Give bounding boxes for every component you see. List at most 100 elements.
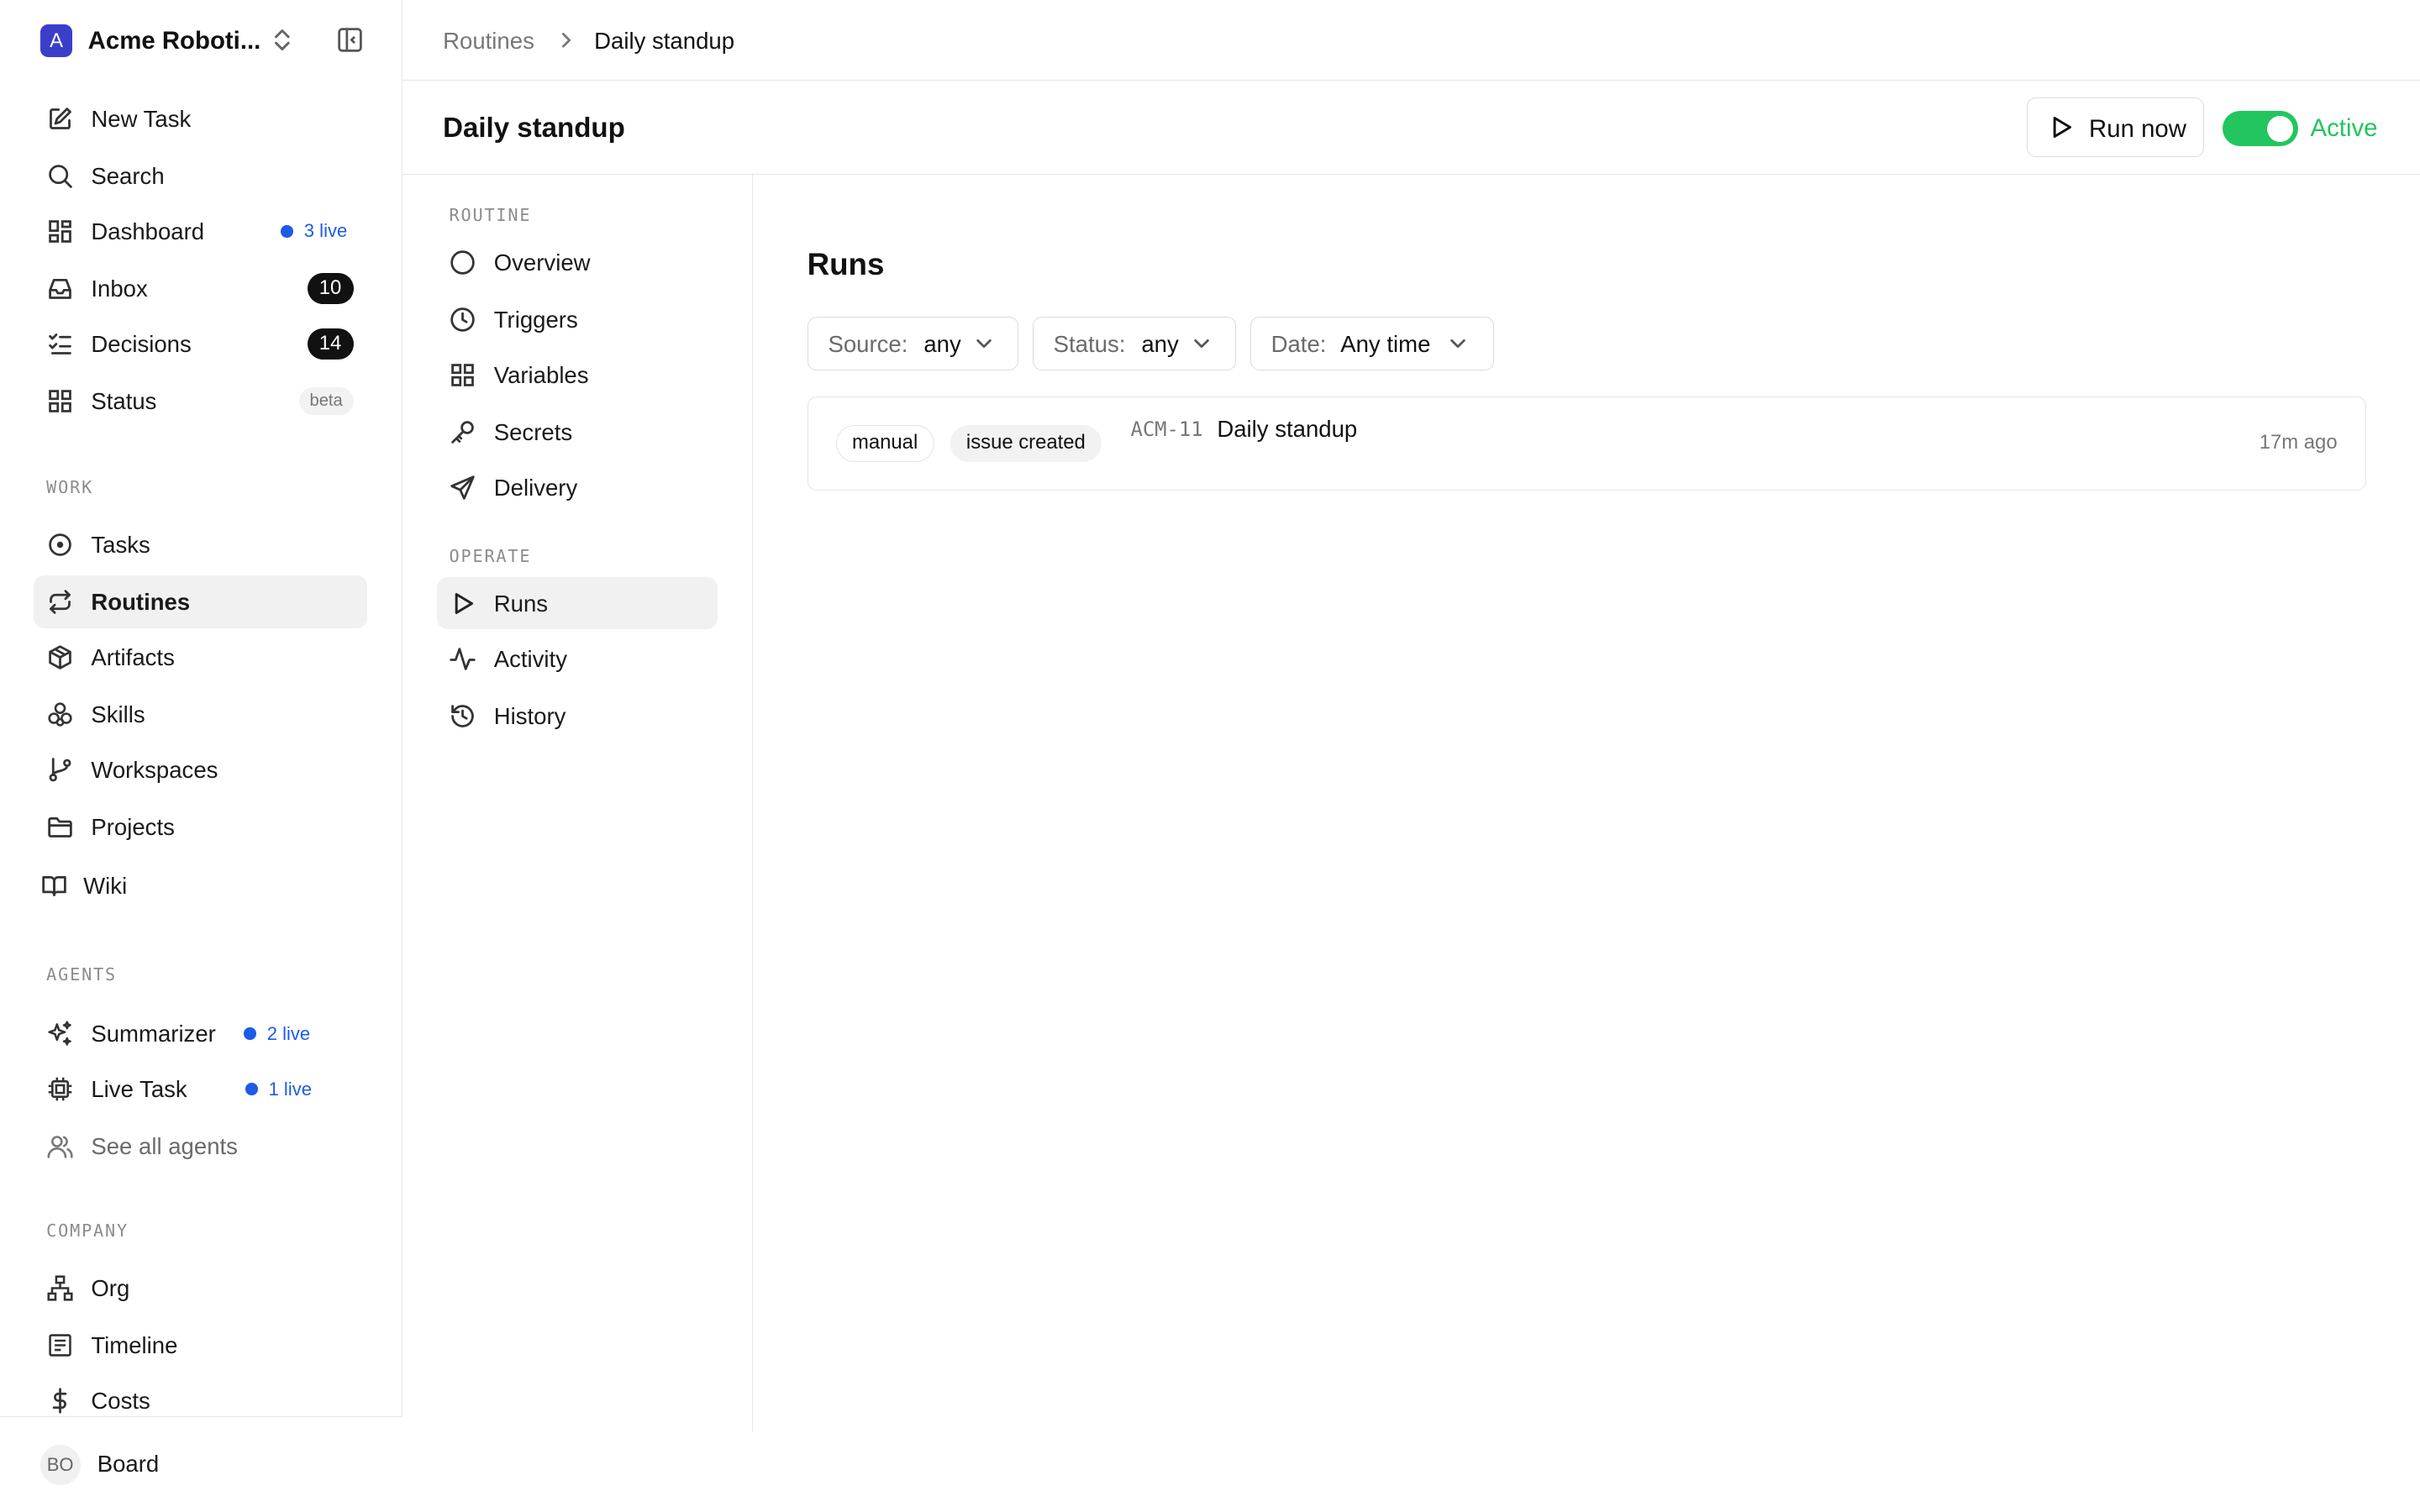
subnav-label: Delivery <box>493 474 578 501</box>
nav-label: Org <box>91 1275 130 1302</box>
runs-heading: Runs <box>807 246 885 281</box>
nav-label: Search <box>91 162 165 189</box>
subnav-label: Triggers <box>493 306 578 333</box>
subnav-overview[interactable]: Overview <box>437 236 718 288</box>
filter-key: Status: <box>1053 331 1126 358</box>
nav-workspaces[interactable]: Workspaces <box>34 743 367 795</box>
nav-routines[interactable]: Routines <box>34 575 368 628</box>
dollar-icon <box>46 1387 74 1415</box>
subnav-label: Overview <box>493 249 591 276</box>
nav-label: Summarizer <box>91 1021 216 1047</box>
collapse-sidebar-icon[interactable] <box>336 26 364 54</box>
chevron-down-icon <box>1192 334 1211 353</box>
breadcrumb-current: Daily standup <box>594 28 735 55</box>
nav-label: Live Task <box>91 1076 187 1103</box>
nav-inbox[interactable]: Inbox 10 <box>34 262 367 314</box>
edit-icon <box>46 105 74 133</box>
nav-skills[interactable]: Skills <box>34 688 367 740</box>
live-indicator: 2 live <box>244 1023 310 1045</box>
subnav-history[interactable]: History <box>437 690 718 742</box>
nav-status[interactable]: Status beta <box>34 375 367 427</box>
subnav-delivery[interactable]: Delivery <box>437 461 718 513</box>
nav-artifacts[interactable]: Artifacts <box>34 631 367 683</box>
status-filter[interactable]: Status: any <box>1032 316 1237 370</box>
section-label-work: WORK <box>46 476 94 497</box>
nav-label: Inbox <box>91 275 148 302</box>
subnav-triggers[interactable]: Triggers <box>437 293 718 345</box>
run-issue-id[interactable]: ACM-11 <box>1130 417 1202 441</box>
nav-label: New Task <box>91 105 192 132</box>
run-row[interactable]: manual issue created ACM-11 Daily standu… <box>807 396 2366 491</box>
activity-icon <box>449 645 476 673</box>
subnav-label: History <box>493 702 566 729</box>
skills-icon <box>46 701 74 728</box>
dashboard-icon <box>46 218 74 245</box>
nav-label: Projects <box>91 813 175 840</box>
section-label-operate: OPERATE <box>449 546 532 567</box>
breadcrumb: Routines Daily standup <box>402 0 2420 81</box>
run-title[interactable]: Daily standup <box>1217 416 1357 443</box>
filter-value: any <box>923 331 961 358</box>
nav-label: Artifacts <box>91 643 175 670</box>
section-label-company: COMPANY <box>46 1220 129 1241</box>
nav-new-task[interactable]: New Task <box>34 92 367 144</box>
inbox-icon <box>46 275 74 302</box>
subnav-runs[interactable]: Runs <box>436 576 718 630</box>
subnav-activity[interactable]: Activity <box>437 633 718 685</box>
nav-label: Timeline <box>91 1332 178 1359</box>
subnav-secrets[interactable]: Secrets <box>437 406 718 458</box>
chevron-down-icon <box>1449 334 1467 353</box>
git-branch-icon <box>46 756 74 784</box>
circle-dot-icon <box>46 531 74 559</box>
nav-label: Tasks <box>91 531 150 558</box>
nav-agent-summarizer[interactable]: Summarizer 2 live <box>34 1007 367 1059</box>
play-icon <box>449 590 476 617</box>
nav-decisions[interactable]: Decisions 14 <box>34 318 367 370</box>
live-count: 2 live <box>266 1022 311 1044</box>
active-toggle[interactable] <box>2222 111 2298 147</box>
nav-projects[interactable]: Projects <box>34 801 367 853</box>
send-icon <box>449 474 476 501</box>
nav-dashboard[interactable]: Dashboard 3 live <box>34 205 367 257</box>
page-title: Daily standup <box>443 113 625 144</box>
source-filter[interactable]: Source: any <box>807 316 1019 370</box>
live-dot-icon <box>245 1083 258 1096</box>
subnav-variables[interactable]: Variables <box>437 349 718 401</box>
play-icon <box>2047 113 2075 141</box>
nav-see-all-agents[interactable]: See all agents <box>34 1120 367 1172</box>
workspace-logo: A <box>39 24 73 57</box>
run-now-button[interactable]: Run now <box>2026 97 2204 158</box>
inbox-count-badge: 10 <box>307 273 354 304</box>
nav-timeline[interactable]: Timeline <box>34 1319 367 1371</box>
nav-agent-live-task[interactable]: Live Task 1 live <box>34 1063 367 1115</box>
grid-icon <box>46 387 74 415</box>
nav-label: See all agents <box>91 1133 238 1160</box>
user-menu[interactable]: BO Board <box>0 1416 403 1512</box>
chevrons-up-down-icon <box>271 26 293 54</box>
cpu-icon <box>46 1075 74 1103</box>
filter-key: Source: <box>828 331 908 358</box>
section-label-agents: AGENTS <box>46 963 118 984</box>
breadcrumb-routines-link[interactable]: Routines <box>443 28 534 55</box>
repeat-icon <box>46 588 74 616</box>
nav-label: Skills <box>91 701 145 727</box>
nav-label: Dashboard <box>91 218 205 244</box>
timeline-icon <box>46 1331 74 1359</box>
nav-label: Decisions <box>91 331 192 358</box>
nav-org[interactable]: Org <box>34 1262 367 1314</box>
box-icon <box>46 643 74 671</box>
workspace-switcher[interactable]: A Acme Roboti... <box>39 24 367 59</box>
workspace-name: Acme Roboti... <box>87 26 261 55</box>
nav-tasks[interactable]: Tasks <box>34 518 367 570</box>
date-filter[interactable]: Date: Any time <box>1249 316 1494 370</box>
subnav-label: Runs <box>493 590 549 617</box>
nav-wiki[interactable]: Wiki <box>34 859 367 911</box>
run-now-label: Run now <box>2089 114 2186 143</box>
clock-icon <box>449 306 476 333</box>
nav-search[interactable]: Search <box>34 150 367 202</box>
grid-icon <box>449 361 476 389</box>
folder-icon <box>46 813 74 841</box>
subnav-label: Secrets <box>493 418 573 445</box>
user-name: Board <box>97 1451 160 1478</box>
status-label: Active <box>2310 113 2378 142</box>
